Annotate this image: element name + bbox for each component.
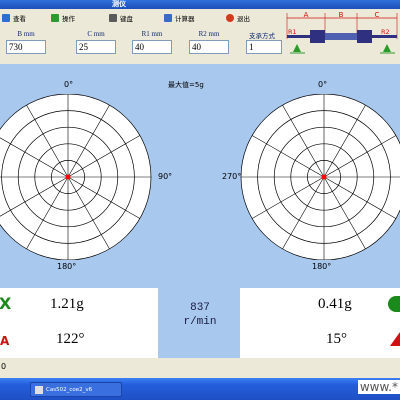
menu-view-label: 查看 [13,14,26,23]
right-polar-plot [240,94,400,260]
dimension-r1: R1 [288,28,297,36]
param-input-r1[interactable]: 40 [132,40,172,54]
window-title: 测仪 [112,0,126,8]
rotor-diagram-graphic: A B C R1 R2 [286,11,398,54]
menu-operate[interactable]: 操作 [51,12,75,23]
rotor-diagram: A B C R1 R2 [285,9,400,64]
keyboard-icon [109,13,117,22]
right-plot-label-270: 270° [222,172,242,181]
taskbar-app-label: Cas502_coe2_v6 [46,386,93,393]
left-polar-center-marker [65,174,71,180]
parameter-panel: B mm 730 C mm 25 R1 mm 40 R2 mm 40 支承方式 … [0,26,285,64]
left-plot-label-0: 0° [64,80,74,89]
right-phase-value: 15° [326,331,347,347]
right-amplitude-marker-icon [388,296,400,312]
toolbar: 查看 操作 键盘 计算器 退出 [0,9,285,26]
operate-icon [51,13,59,22]
param-label-c: C mm [87,30,105,38]
taskbar-app-button[interactable]: Cas502_coe2_v6 [30,382,122,397]
watermark: www.* [357,380,400,394]
rotation-speed-unit: r/min [183,316,217,328]
title-bar: 测仪 [0,0,400,9]
dimension-c: C [375,11,380,19]
param-label-b: B mm [17,30,35,38]
left-amplitude-value: 1.21g [50,296,84,312]
status-bar: 0 [0,358,400,378]
taskbar: Cas502_coe2_v6 www.* [0,378,400,400]
menu-view[interactable]: 查看 [2,12,26,23]
param-input-c[interactable]: 25 [76,40,116,54]
right-polar-center-marker [321,174,327,180]
exit-icon [226,13,234,22]
dimension-r2: R2 [381,28,390,36]
right-amplitude-value: 0.41g [318,296,352,312]
param-input-support[interactable]: 1 [246,40,282,54]
view-icon [2,13,10,22]
status-text: 0 [1,362,7,371]
menu-exit-label: 退出 [237,14,250,23]
menu-keyboard[interactable]: 键盘 [109,12,133,23]
left-plot-label-90: 90° [158,172,173,181]
max-value-label: 最大值=5g [168,81,204,89]
calculator-icon [164,13,172,22]
param-input-b[interactable]: 730 [6,40,46,54]
param-label-r2: R2 mm [198,30,220,38]
menu-calculator-label: 计算器 [175,14,195,23]
left-support-icon [293,44,301,52]
left-phase-value: 122° [56,331,85,347]
dimension-a: A [304,11,309,19]
menu-operate-label: 操作 [62,14,75,23]
left-polar-plot [0,94,152,260]
param-input-r2[interactable]: 40 [189,40,229,54]
left-amplitude-marker: X [0,294,12,313]
right-readout-panel: 0.41g 15° [240,288,400,358]
app-window-icon [35,385,43,394]
menu-keyboard-label: 键盘 [120,14,133,23]
left-readout-panel: X A 1.21g 122° [0,288,158,358]
right-support-icon [383,44,391,52]
right-plot-label-180: 180° [312,262,332,271]
right-phase-marker-icon [390,332,400,346]
dimension-b: B [339,11,344,19]
rotation-speed-value: 837 [190,302,210,314]
menu-exit[interactable]: 退出 [226,12,250,23]
param-label-r1: R1 mm [141,30,163,38]
right-plot-label-0: 0° [318,80,328,89]
menu-calculator[interactable]: 计算器 [164,12,195,23]
left-phase-marker: A [0,334,10,348]
param-label-support: 支承方式 [249,32,275,40]
left-plot-label-180: 180° [57,262,77,271]
